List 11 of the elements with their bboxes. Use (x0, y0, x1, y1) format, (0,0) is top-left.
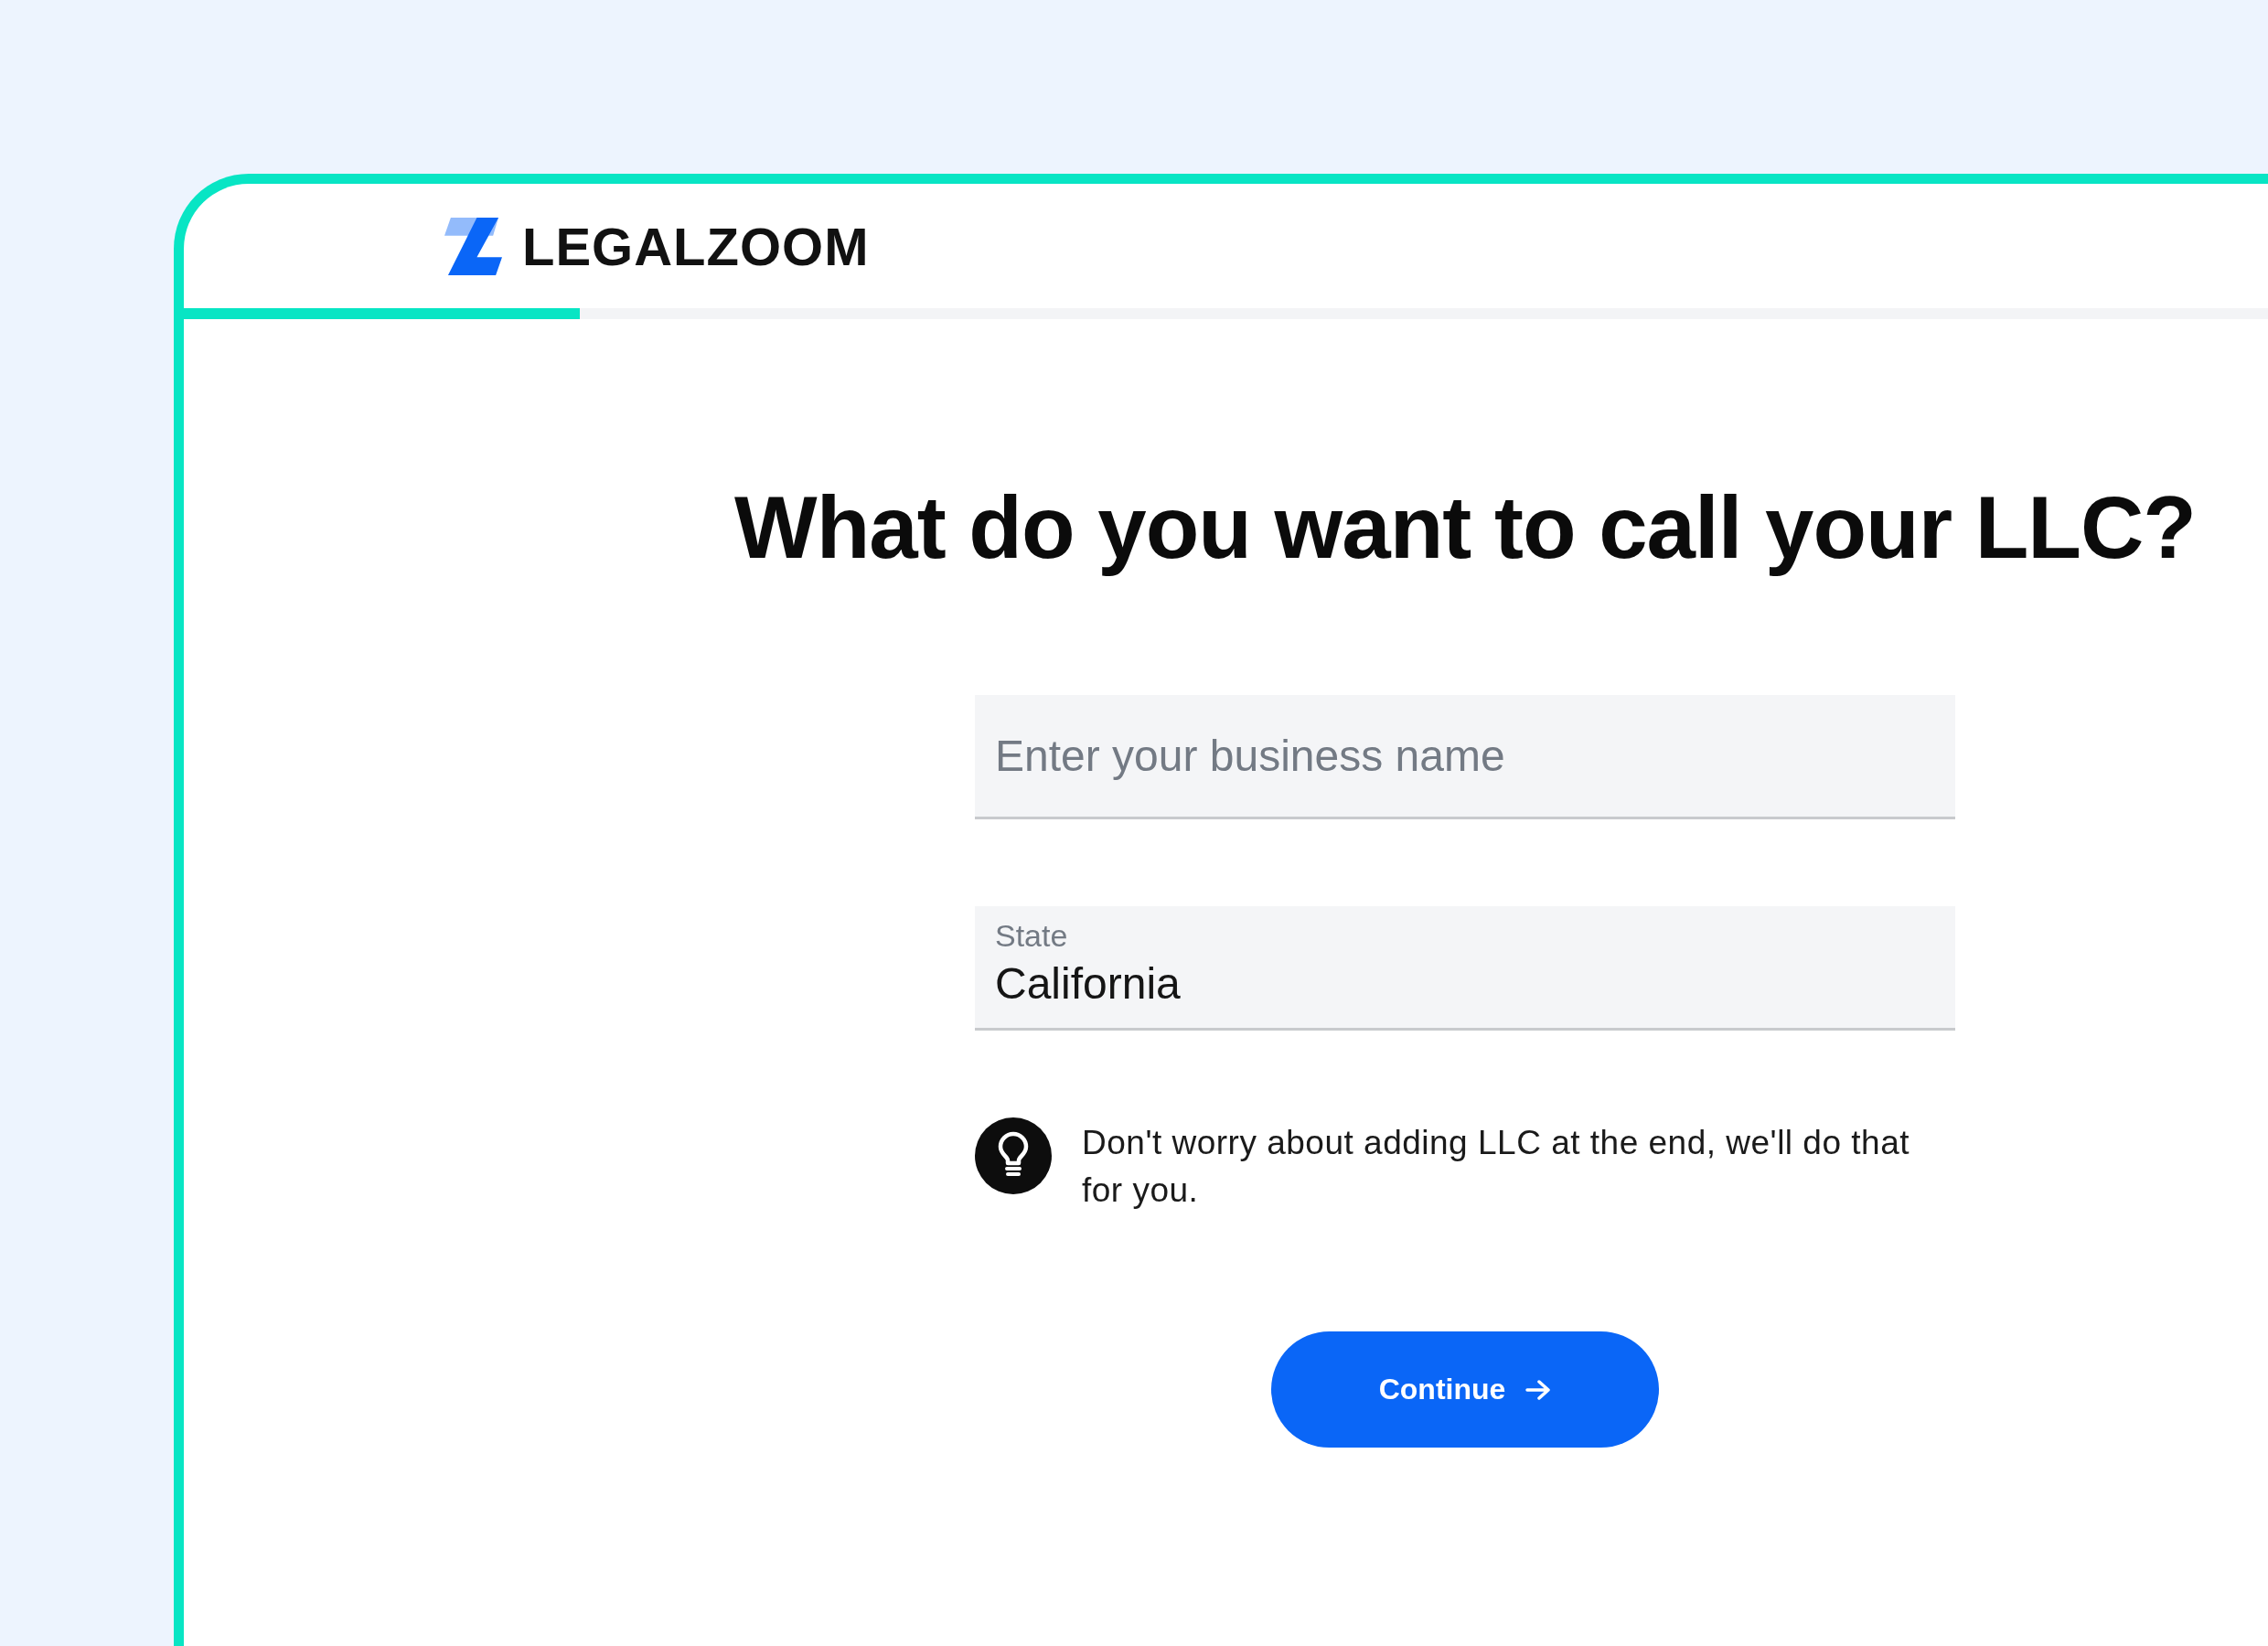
state-select-field[interactable]: State California (975, 906, 1955, 1031)
z-logo-icon (444, 217, 502, 275)
field-value: California (995, 958, 1181, 1010)
lightbulb-icon (975, 1117, 1052, 1194)
logo-wordmark: LEGALZOOM (522, 215, 870, 277)
tip-text: Don't worry about adding LLC at the end, we'll do that for you. (1082, 1123, 1910, 1211)
business-name-field[interactable]: Enter your business name (975, 695, 1955, 819)
field-label: State (995, 917, 1068, 954)
arrow-right-icon (1525, 1378, 1552, 1401)
page-heading: What do you want to call your LLC? (734, 477, 2196, 578)
continue-button[interactable]: Continue (1271, 1331, 1659, 1448)
